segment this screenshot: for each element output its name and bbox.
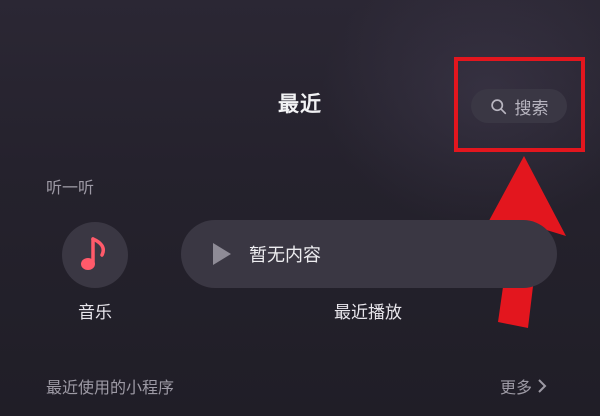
music-button[interactable] [62,222,128,288]
recent-play-card[interactable]: 暂无内容 [181,220,557,288]
empty-status-text: 暂无内容 [249,245,321,266]
music-note-icon [81,237,106,270]
music-label: 音乐 [78,303,112,323]
more-link[interactable]: 更多 [500,374,548,398]
play-icon [213,243,231,265]
more-label: 更多 [500,378,533,397]
chevron-right-icon [538,379,547,393]
section-label-mini-programs: 最近使用的小程序 [46,378,175,397]
highlight-box [454,57,585,152]
recent-play-label: 最近播放 [334,303,402,323]
section-label-listen: 听一听 [46,178,95,197]
